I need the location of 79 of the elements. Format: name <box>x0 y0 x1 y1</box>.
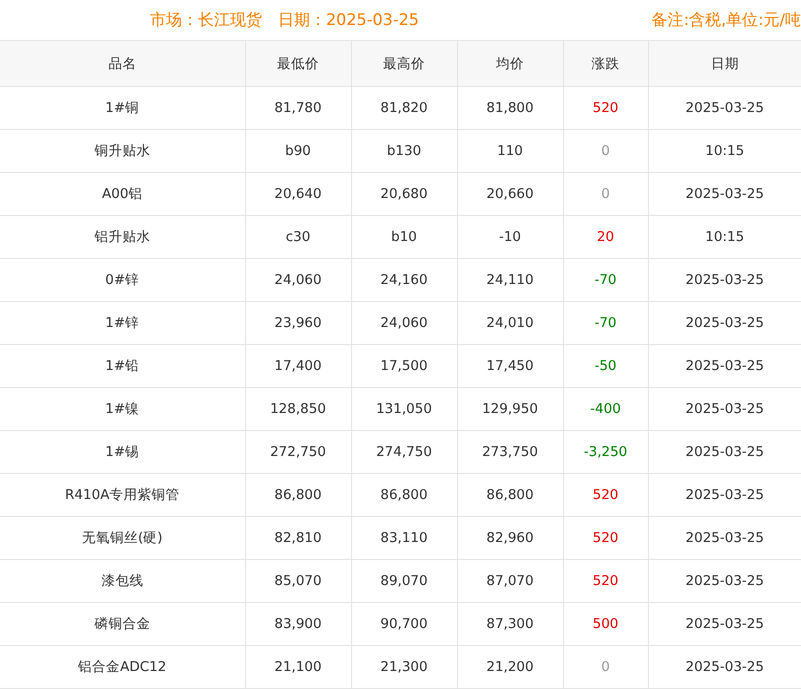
table-cell: 24,160 <box>351 258 457 302</box>
table-cell: 23,960 <box>245 302 351 344</box>
table-cell: 131,050 <box>351 388 457 430</box>
table-cell: 21,200 <box>457 646 563 688</box>
note-label: 备注:含税,单位:元/吨 <box>652 10 801 30</box>
table-cell: b90 <box>245 130 351 172</box>
table-cell: 520 <box>563 516 648 560</box>
table-cell: 铝升贴水 <box>0 216 245 258</box>
table-cell: 漆包线 <box>0 560 245 602</box>
table-cell: 83,900 <box>245 602 351 646</box>
table-cell: 24,010 <box>457 302 563 344</box>
table-cell: 82,810 <box>245 516 351 560</box>
table-cell: 20 <box>563 216 648 258</box>
table-cell: -10 <box>457 216 563 258</box>
table-cell: 110 <box>457 130 563 172</box>
table-cell: R410A专用紫铜管 <box>0 474 245 516</box>
table-cell: 24,060 <box>351 302 457 344</box>
table-cell: 0 <box>563 646 648 688</box>
table-cell: 81,780 <box>245 86 351 130</box>
table-cell: 85,070 <box>245 560 351 602</box>
table-cell: 81,820 <box>351 86 457 130</box>
table-cell: 500 <box>563 602 648 646</box>
table-cell: 273,750 <box>457 430 563 474</box>
table-cell: -70 <box>563 258 648 302</box>
market-label: 市场：长江现货 <box>150 10 262 30</box>
column-header: 最高价 <box>351 40 457 86</box>
table-cell: -3,250 <box>563 430 648 474</box>
table-cell: b130 <box>351 130 457 172</box>
table-cell: 1#铜 <box>0 86 245 130</box>
table-cell: -50 <box>563 344 648 388</box>
table-cell: 86,800 <box>351 474 457 516</box>
table-cell: 86,800 <box>245 474 351 516</box>
table-cell: 铜升贴水 <box>0 130 245 172</box>
table-cell: 铝合金ADC12 <box>0 646 245 688</box>
table-cell: 20,660 <box>457 172 563 216</box>
table-cell: 17,400 <box>245 344 351 388</box>
table-cell: -70 <box>563 302 648 344</box>
table-cell: 90,700 <box>351 602 457 646</box>
table-cell: 81,800 <box>457 86 563 130</box>
table-cell: 272,750 <box>245 430 351 474</box>
table-cell: 89,070 <box>351 560 457 602</box>
table-cell: 0 <box>563 130 648 172</box>
column-header: 涨跌 <box>563 40 648 86</box>
table-cell: b10 <box>351 216 457 258</box>
table-cell: 21,300 <box>351 646 457 688</box>
date-label: 日期：2025-03-25 <box>278 10 419 30</box>
table-cell: c30 <box>245 216 351 258</box>
table-cell: 1#铅 <box>0 344 245 388</box>
table-cell: 磷铜合金 <box>0 602 245 646</box>
table-cell: 1#锌 <box>0 302 245 344</box>
table-cell: 20,640 <box>245 172 351 216</box>
column-header: 日期 <box>648 40 801 86</box>
table-cell: 20,680 <box>351 172 457 216</box>
column-header: 均价 <box>457 40 563 86</box>
table-cell: 0 <box>563 172 648 216</box>
table-cell: 21,100 <box>245 646 351 688</box>
table-cell: 17,500 <box>351 344 457 388</box>
table-cell: 83,110 <box>351 516 457 560</box>
table-cell: 128,850 <box>245 388 351 430</box>
table-cell: 1#锡 <box>0 430 245 474</box>
table-cell: 24,110 <box>457 258 563 302</box>
column-header: 品名 <box>0 40 245 86</box>
table-cell: 82,960 <box>457 516 563 560</box>
table-cell: 1#镍 <box>0 388 245 430</box>
table-cell: 0#锌 <box>0 258 245 302</box>
table-cell: 87,300 <box>457 602 563 646</box>
column-header: 最低价 <box>245 40 351 86</box>
table-cell: 520 <box>563 86 648 130</box>
table-cell: 520 <box>563 474 648 516</box>
table-cell: 520 <box>563 560 648 602</box>
table-cell: A00铝 <box>0 172 245 216</box>
table-cell: 24,060 <box>245 258 351 302</box>
table-cell: 87,070 <box>457 560 563 602</box>
table-cell: 17,450 <box>457 344 563 388</box>
table-cell: 129,950 <box>457 388 563 430</box>
table-cell: 274,750 <box>351 430 457 474</box>
table-cell: -400 <box>563 388 648 430</box>
table-cell: 86,800 <box>457 474 563 516</box>
table-cell: 无氧铜丝(硬) <box>0 516 245 560</box>
